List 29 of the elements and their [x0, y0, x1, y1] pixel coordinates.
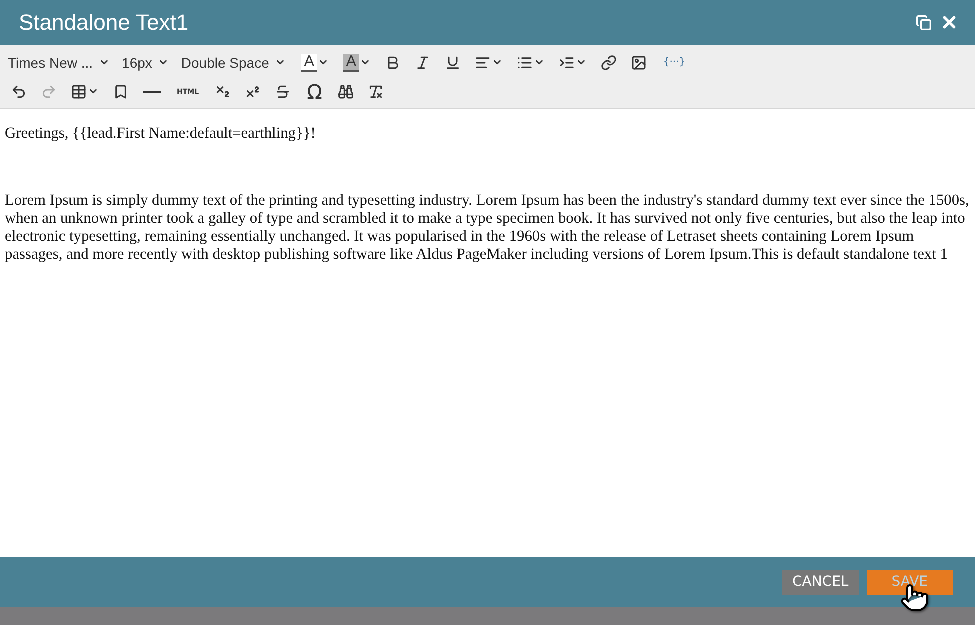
cancel-button[interactable]: CANCEL	[782, 570, 859, 594]
undo-icon	[11, 84, 27, 100]
restore-icon[interactable]	[916, 14, 932, 30]
clear-formatting-icon	[368, 84, 384, 100]
toolbar-dropdown[interactable]: 16px	[118, 50, 178, 76]
italic-icon	[415, 54, 432, 70]
window-title: Standalone Text1	[19, 10, 189, 36]
binoculars-icon	[338, 84, 354, 100]
link-icon	[601, 54, 618, 70]
color-button[interactable]: A	[294, 50, 336, 76]
subscript-icon	[215, 84, 232, 100]
bullet-list-icon	[517, 54, 534, 70]
strikethrough-icon	[275, 84, 292, 100]
superscript-icon	[245, 84, 262, 100]
toolbar-dropdown[interactable]: Times New ...	[4, 50, 118, 76]
color-button[interactable]: A	[336, 50, 378, 76]
horizontal-line-icon	[143, 90, 161, 92]
underline-icon	[445, 54, 462, 70]
toolbar-button[interactable]: Ω	[298, 78, 332, 104]
align-left-icon	[475, 54, 492, 70]
paragraph: Greetings, {{lead.First Name:default=earthling}}!	[5, 125, 317, 143]
paragraph: Lorem Ipsum is simply dummy text of the printing and typesetting industry. Lorem Ipsum has been the industry's standard dummy text ever since the 1500s, when an unknown printer took a galley of type and scrambled it to make a type specimen book. It has survived not only five centuries, but also the leap into electronic typesetting, remaining essentially unchanged. It was popularised in the 1960s with the release of Letraset sheets containing Lorem Ipsum passages, and more recently with desktop publishing software like Aldus PageMaker including versions of Lorem Ipsum.This is default standalone text 1	[5, 192, 970, 264]
toolbar-dropdown[interactable]: Double Space	[177, 50, 294, 76]
indent-icon	[559, 54, 576, 70]
bookmark-icon	[113, 84, 129, 100]
image-icon	[631, 54, 648, 70]
table-icon	[71, 84, 87, 100]
redo-icon	[41, 84, 57, 100]
toolbar-button[interactable]: {···}	[654, 50, 695, 76]
